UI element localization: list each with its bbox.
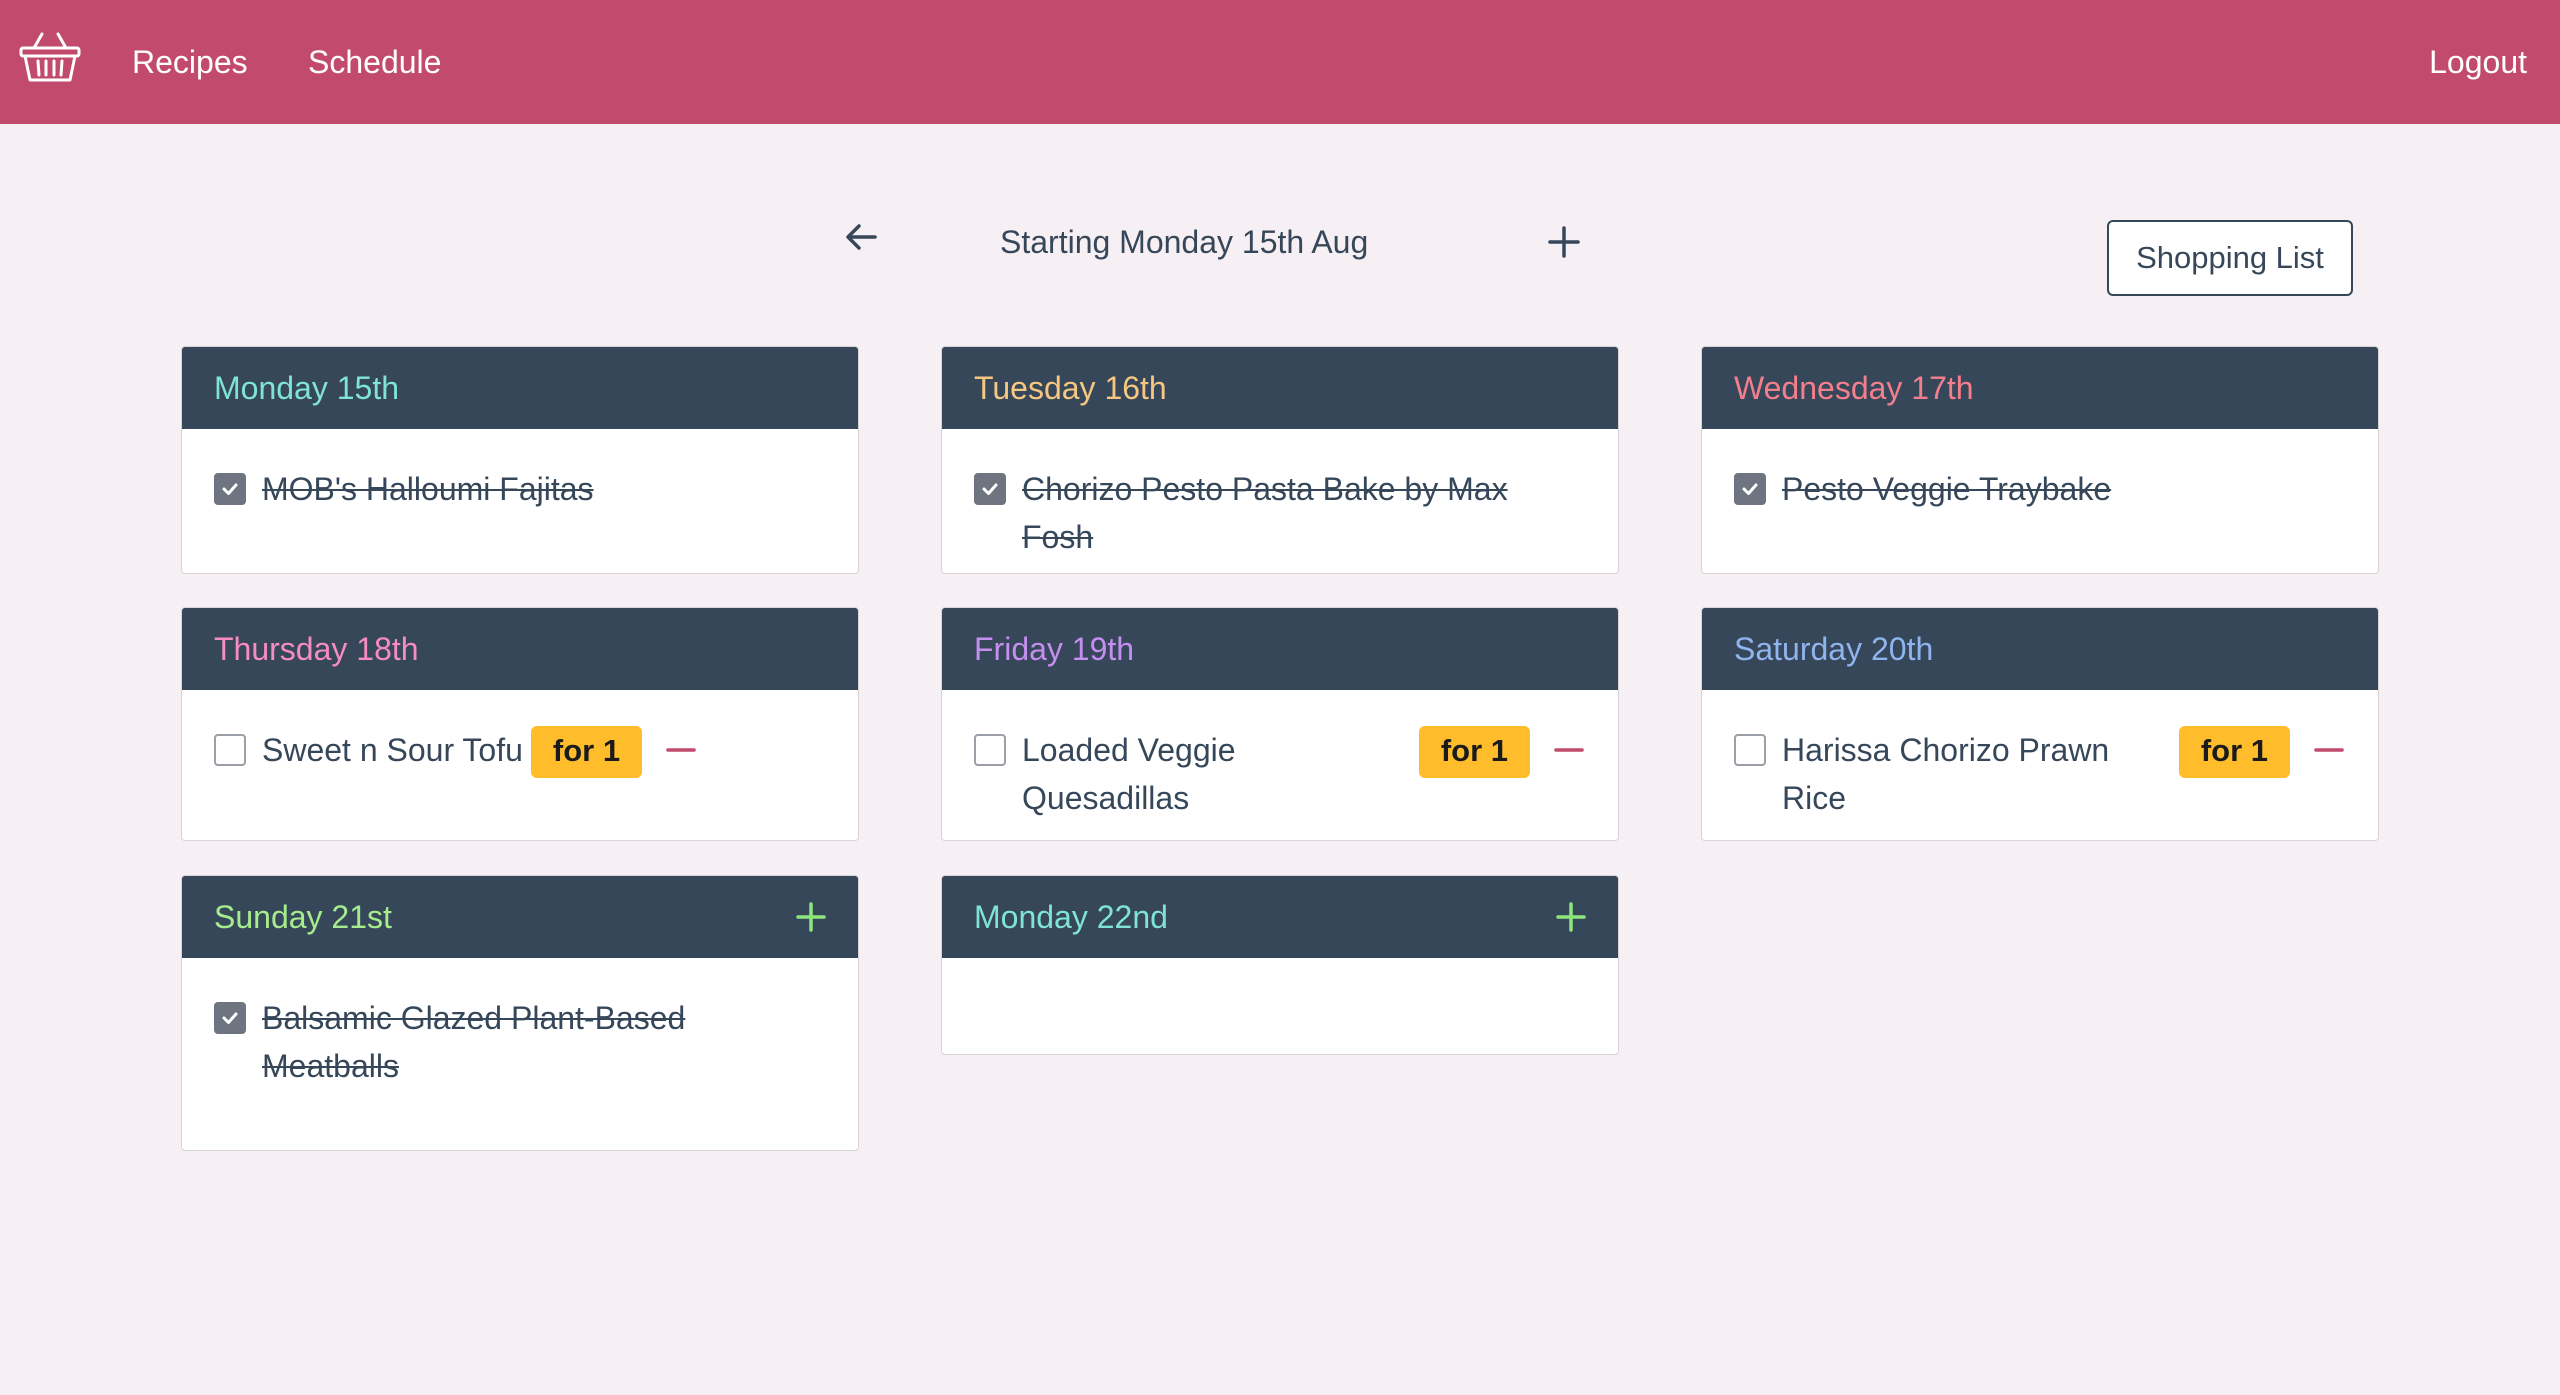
day-card-body: Pesto Veggie Traybake (1702, 429, 2378, 513)
day-name: Monday 22nd (974, 898, 1168, 935)
check-icon (1742, 483, 1758, 495)
day-card-header: Sunday 21st (182, 876, 858, 958)
basket-icon[interactable] (18, 30, 82, 86)
day-card-body (942, 958, 1618, 994)
logout-link[interactable]: Logout (2429, 0, 2527, 124)
week-title: Starting Monday 15th Aug (1000, 224, 1369, 260)
day-name: Tuesday 16th (974, 369, 1167, 406)
minus-icon[interactable] (1554, 726, 1586, 774)
meal-item: Loaded Veggie Quesadillas for 1 (974, 726, 1586, 822)
day-name: Friday 19th (974, 630, 1135, 667)
arrow-left-icon[interactable] (843, 218, 881, 256)
day-card-body: Loaded Veggie Quesadillas for 1 (942, 690, 1618, 822)
meal-item: Sweet n Sour Tofu for 1 (214, 726, 826, 778)
meal-name[interactable]: Pesto Veggie Traybake (1782, 465, 2111, 513)
nav-schedule-link[interactable]: Schedule (308, 0, 441, 124)
meal-name[interactable]: Harissa Chorizo Prawn Rice (1782, 726, 2171, 822)
day-card: Thursday 18th Sweet n Sour Tofu for 1 (181, 607, 859, 841)
day-name: Thursday 18th (214, 630, 419, 667)
meal-name[interactable]: Sweet n Sour Tofu (262, 726, 523, 774)
day-card-body: Harissa Chorizo Prawn Rice for 1 (1702, 690, 2378, 822)
meal-item: Harissa Chorizo Prawn Rice for 1 (1734, 726, 2346, 822)
day-card: Saturday 20th Harissa Chorizo Prawn Rice f… (1701, 607, 2379, 841)
day-card: Sunday 21st Balsamic Glazed Plant-Based M… (181, 875, 859, 1151)
check-icon (982, 483, 998, 495)
add-meal-plus-icon[interactable] (1556, 902, 1586, 932)
meal-item: Balsamic Glazed Plant-Based Meatballs (214, 994, 826, 1090)
day-card-body: Balsamic Glazed Plant-Based Meatballs (182, 958, 858, 1090)
day-card: Monday 22nd (941, 875, 1619, 1055)
day-card-header: Thursday 18th (182, 608, 858, 690)
nav-recipes-link[interactable]: Recipes (132, 0, 248, 124)
navbar: Recipes Schedule Logout (0, 0, 2560, 124)
day-card-body: Chorizo Pesto Pasta Bake by Max Fosh (942, 429, 1618, 561)
minus-icon[interactable] (666, 726, 698, 774)
day-card-header: Monday 15th (182, 347, 858, 429)
servings-badge[interactable]: for 1 (1418, 726, 1530, 778)
check-icon (222, 483, 238, 495)
meal-name[interactable]: Chorizo Pesto Pasta Bake by Max Fosh (1022, 465, 1586, 561)
day-card-header: Wednesday 17th (1702, 347, 2378, 429)
day-card-header: Saturday 20th (1702, 608, 2378, 690)
day-card: Wednesday 17th Pesto Veggie Traybake (1701, 346, 2379, 574)
meal-name[interactable]: Loaded Veggie Quesadillas (1022, 726, 1411, 822)
meal-item: Pesto Veggie Traybake (1734, 465, 2346, 513)
day-card-header: Tuesday 16th (942, 347, 1618, 429)
add-meal-plus-icon[interactable] (796, 902, 826, 932)
day-card-body: MOB's Halloumi Fajitas (182, 429, 858, 513)
day-name: Saturday 20th (1734, 630, 1934, 667)
meal-checkbox[interactable] (214, 1002, 246, 1034)
day-card-header: Monday 22nd (942, 876, 1618, 958)
day-name: Wednesday 17th (1734, 369, 1974, 406)
day-card-body: Sweet n Sour Tofu for 1 (182, 690, 858, 778)
minus-icon[interactable] (2314, 726, 2346, 774)
day-name: Monday 15th (214, 369, 400, 406)
day-card: Friday 19th Loaded Veggie Quesadillas for … (941, 607, 1619, 841)
shopping-list-button[interactable]: Shopping List (2107, 220, 2353, 296)
plus-icon[interactable] (1547, 225, 1581, 259)
meal-checkbox[interactable] (214, 473, 246, 505)
servings-badge[interactable]: for 1 (2178, 726, 2290, 778)
day-card-header: Friday 19th (942, 608, 1618, 690)
check-icon (222, 1012, 238, 1024)
meal-checkbox[interactable] (1734, 473, 1766, 505)
meal-checkbox[interactable] (1734, 734, 1766, 766)
meal-checkbox[interactable] (974, 473, 1006, 505)
meal-name[interactable]: MOB's Halloumi Fajitas (262, 465, 594, 513)
meal-item: Chorizo Pesto Pasta Bake by Max Fosh (974, 465, 1586, 561)
day-card: Monday 15th MOB's Halloumi Fajitas (181, 346, 859, 574)
meal-checkbox[interactable] (974, 734, 1006, 766)
day-name: Sunday 21st (214, 898, 392, 935)
meal-checkbox[interactable] (214, 734, 246, 766)
servings-badge[interactable]: for 1 (530, 726, 643, 778)
meal-item: MOB's Halloumi Fajitas (214, 465, 826, 513)
meal-name[interactable]: Balsamic Glazed Plant-Based Meatballs (262, 994, 826, 1090)
day-card: Tuesday 16th Chorizo Pesto Pasta Bake by … (941, 346, 1619, 574)
